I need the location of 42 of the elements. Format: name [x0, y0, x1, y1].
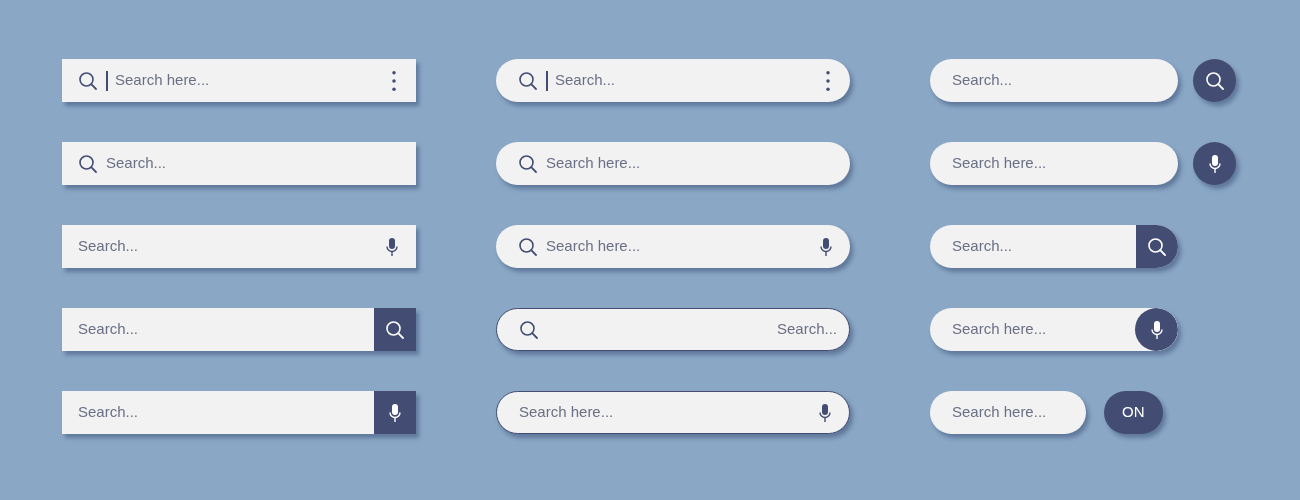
- search-field[interactable]: Search...: [952, 235, 1136, 258]
- search-bar[interactable]: Search...: [930, 225, 1178, 268]
- search-field[interactable]: Search here...: [546, 152, 850, 175]
- search-bar[interactable]: Search...: [62, 308, 416, 351]
- search-field[interactable]: Search...: [952, 69, 1178, 92]
- search-button[interactable]: [374, 308, 416, 351]
- search-field[interactable]: Search here...: [952, 401, 1086, 424]
- search-bar[interactable]: Search...: [62, 142, 416, 185]
- menu-icon: [392, 70, 396, 91]
- search-bar[interactable]: Search...: [62, 225, 416, 268]
- search-bar[interactable]: Search here...: [930, 391, 1086, 434]
- search-icon: [1204, 70, 1225, 91]
- microphone-button[interactable]: [1193, 142, 1236, 185]
- search-bar[interactable]: Search here...: [496, 225, 850, 268]
- search-icon: [1147, 236, 1167, 257]
- search-icon: [385, 319, 405, 340]
- search-button[interactable]: [1193, 59, 1236, 102]
- search-field[interactable]: Search...: [555, 69, 826, 92]
- search-field[interactable]: Search...: [78, 318, 374, 341]
- search-bar[interactable]: Search here...: [930, 142, 1178, 185]
- search-field[interactable]: Search here...: [546, 235, 816, 258]
- menu-icon: [826, 70, 830, 91]
- search-field[interactable]: Search here...: [952, 318, 1135, 341]
- search-field[interactable]: Search...: [106, 152, 416, 175]
- toggle-button[interactable]: ON: [1104, 391, 1163, 434]
- search-field[interactable]: Search...: [547, 318, 849, 341]
- search-bar[interactable]: Search here...: [496, 142, 850, 185]
- search-field[interactable]: Search...: [78, 401, 374, 424]
- search-bar[interactable]: Search here...: [62, 59, 416, 102]
- microphone-button[interactable]: [374, 391, 416, 434]
- search-field[interactable]: Search...: [78, 235, 382, 258]
- microphone-button[interactable]: [1135, 308, 1178, 351]
- search-button[interactable]: [1136, 225, 1178, 268]
- search-bar[interactable]: Search here...: [496, 391, 850, 434]
- search-field[interactable]: Search here...: [519, 401, 815, 424]
- search-field[interactable]: Search here...: [115, 69, 392, 92]
- search-bar[interactable]: Search...: [496, 59, 850, 102]
- search-field[interactable]: Search here...: [952, 152, 1178, 175]
- search-bar[interactable]: Search...: [62, 391, 416, 434]
- search-bar[interactable]: Search...: [496, 308, 850, 351]
- search-bar[interactable]: Search here...: [930, 308, 1178, 351]
- search-bar[interactable]: Search...: [930, 59, 1178, 102]
